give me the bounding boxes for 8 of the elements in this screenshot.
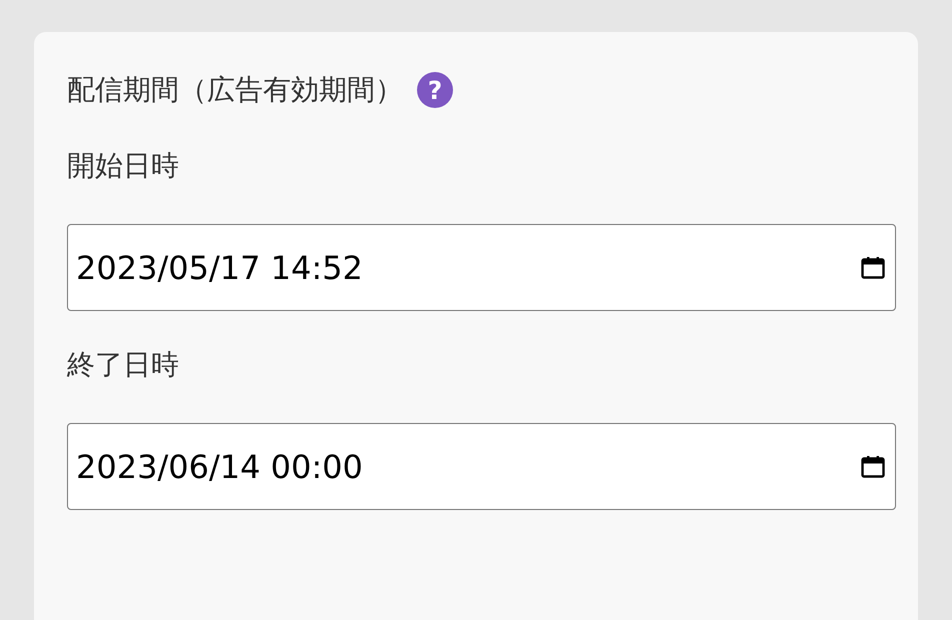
date-field[interactable]: 2023/05/17 14:52 [67,224,896,311]
section-title: 配信期間（広告有効期間） [67,72,403,108]
calendar-icon[interactable] [861,257,885,279]
date-field[interactable]: 2023/06/14 00:00 [67,423,896,510]
field-label: 開始日時 [67,148,180,184]
help-icon[interactable]: ? [417,72,453,108]
calendar-icon[interactable] [861,456,885,478]
field-label: 終了日時 [67,347,180,383]
